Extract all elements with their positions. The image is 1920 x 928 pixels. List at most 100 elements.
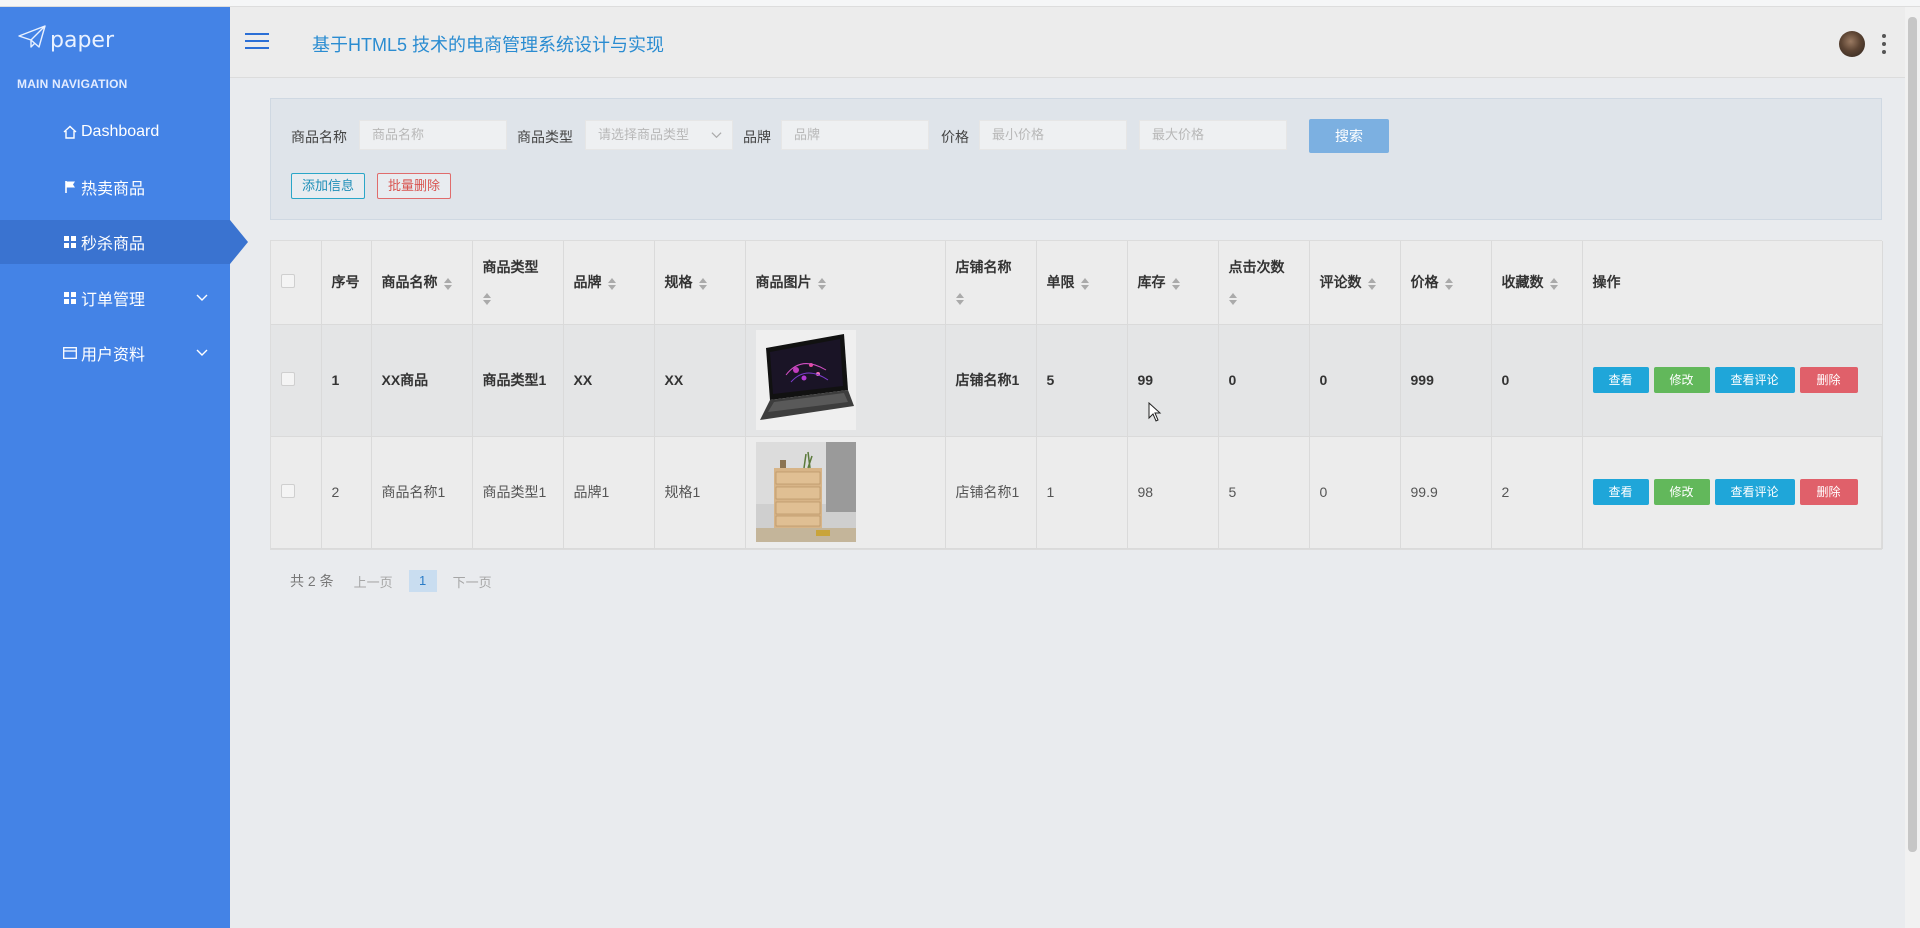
more-options-icon[interactable] [1881, 34, 1887, 54]
favorites-cell: 2 [1491, 436, 1583, 549]
product-type-cell: 商品类型1 [472, 436, 564, 549]
brand-logo[interactable]: paper [18, 25, 114, 55]
sidebar-item-flash-sale[interactable]: 秒杀商品 [0, 220, 248, 264]
row-number: 1 [321, 324, 372, 437]
paper-plane-icon [18, 25, 46, 55]
sort-icon[interactable] [1549, 277, 1558, 290]
limit-cell: 5 [1036, 324, 1128, 437]
edit-button[interactable]: 修改 [1653, 367, 1710, 393]
brand-input[interactable]: 品牌 [781, 120, 929, 150]
sort-icon[interactable] [482, 292, 491, 305]
column-header-sortable[interactable]: 收藏数 [1491, 241, 1583, 325]
column-header-sortable[interactable]: 单限 [1036, 241, 1128, 325]
add-info-button[interactable]: 添加信息 [291, 173, 366, 199]
stock-cell: 98 [1127, 436, 1219, 549]
delete-button[interactable]: 删除 [1799, 479, 1858, 505]
pagination: 共 2 条 上一页 1 下一页 [290, 570, 492, 592]
row-checkbox[interactable] [281, 483, 295, 498]
product-type-select[interactable]: 请选择商品类型 [585, 120, 733, 150]
product-name-input[interactable]: 商品名称 [359, 120, 507, 150]
sidebar-item-hot-products[interactable]: 热卖商品 [0, 165, 230, 209]
product-image-cabinet[interactable] [755, 442, 856, 542]
sidebar-item-orders[interactable]: 订单管理 [0, 276, 230, 320]
user-avatar[interactable] [1839, 31, 1865, 57]
product-table: 序号 商品名称 商品类型 品牌 规格 商品图片 店铺名称 单限 库存 点击次数 … [270, 240, 1883, 550]
column-header-sortable[interactable]: 价格 [1400, 241, 1492, 325]
product-name-label: 商品名称 [291, 129, 347, 145]
sort-icon[interactable] [955, 292, 964, 305]
view-comments-button[interactable]: 查看评论 [1714, 479, 1795, 505]
brand-label: 品牌 [743, 129, 771, 145]
product-image-laptop[interactable] [755, 330, 856, 430]
current-page[interactable]: 1 [408, 570, 437, 592]
select-all-checkbox[interactable] [281, 273, 295, 288]
max-price-input[interactable]: 最大价格 [1139, 120, 1287, 150]
view-comments-button[interactable]: 查看评论 [1714, 367, 1795, 393]
edit-button[interactable]: 修改 [1653, 479, 1710, 505]
column-header-sortable[interactable]: 商品图片 [745, 241, 946, 325]
sort-icon[interactable] [1228, 292, 1237, 305]
column-header-sortable[interactable]: 规格 [654, 241, 746, 325]
min-price-input[interactable]: 最小价格 [979, 120, 1127, 150]
product-type-label: 商品类型 [517, 129, 573, 145]
delete-button[interactable]: 删除 [1799, 367, 1858, 393]
stock-cell: 99 [1127, 324, 1219, 437]
comments-cell: 0 [1309, 436, 1401, 549]
product-image-cell [745, 324, 946, 437]
batch-delete-button[interactable]: 批量删除 [377, 173, 452, 199]
sort-icon[interactable] [443, 277, 452, 290]
column-header-sortable[interactable]: 品牌 [563, 241, 655, 325]
chevron-down-icon [196, 290, 208, 308]
limit-cell: 1 [1036, 436, 1128, 549]
row-number: 2 [321, 436, 372, 549]
clicks-cell: 5 [1218, 436, 1310, 549]
product-name-cell: XX商品 [371, 324, 473, 437]
select-all-cell [271, 241, 322, 325]
product-name-cell: 商品名称1 [371, 436, 473, 549]
chevron-down-icon [711, 122, 722, 150]
scrollbar-thumb[interactable] [1908, 17, 1917, 852]
row-checkbox[interactable] [281, 371, 295, 386]
shop-name-cell: 店铺名称1 [945, 324, 1037, 437]
sort-icon[interactable] [1080, 277, 1089, 290]
card-icon [63, 346, 77, 360]
spec-cell: XX [654, 324, 746, 437]
view-button[interactable]: 查看 [1592, 367, 1649, 393]
next-page-link[interactable]: 下一页 [453, 572, 492, 591]
sort-icon[interactable] [1444, 277, 1453, 290]
sort-icon[interactable] [607, 277, 616, 290]
nav-section-title: MAIN NAVIGATION [17, 77, 128, 91]
sidebar-item-label: 热卖商品 [81, 181, 146, 198]
sidebar-item-dashboard[interactable]: Dashboard [0, 110, 230, 154]
sort-icon[interactable] [698, 277, 707, 290]
view-button[interactable]: 查看 [1592, 479, 1649, 505]
column-header-sortable[interactable]: 评论数 [1309, 241, 1401, 325]
table-row[interactable]: 1 XX商品 商品类型1 XX XX 店铺名称1 5 99 0 0 999 0 … [271, 324, 1883, 437]
sidebar-item-user-profile[interactable]: 用户资料 [0, 331, 230, 375]
clicks-cell: 0 [1218, 324, 1310, 437]
column-header-sortable[interactable]: 点击次数 [1218, 241, 1310, 325]
column-header: 操作 [1582, 241, 1883, 325]
prev-page-link[interactable]: 上一页 [354, 572, 393, 591]
sort-icon[interactable] [1367, 277, 1376, 290]
column-header-sortable[interactable]: 库存 [1127, 241, 1219, 325]
home-icon [63, 125, 77, 139]
sidebar-item-label: Dashboard [81, 123, 160, 140]
column-header-sortable[interactable]: 商品名称 [371, 241, 473, 325]
brand-cell: XX [563, 324, 655, 437]
menu-toggle-icon[interactable] [245, 33, 269, 51]
sort-icon[interactable] [1171, 277, 1180, 290]
search-panel: 商品名称 商品名称 商品类型 请选择商品类型 品牌 品牌 价格 最小价格 最大价… [270, 98, 1882, 220]
column-header-sortable[interactable]: 店铺名称 [945, 241, 1037, 325]
sidebar-item-label: 秒杀商品 [81, 236, 146, 253]
chevron-down-icon [196, 345, 208, 363]
flag-icon [63, 180, 77, 194]
mouse-cursor-icon [1148, 401, 1162, 425]
sort-icon[interactable] [817, 277, 826, 290]
table-row[interactable]: 2 商品名称1 商品类型1 品牌1 规格1 店铺名称1 1 98 5 0 99.… [271, 436, 1883, 549]
brand-name: paper [50, 27, 114, 53]
column-header-sortable[interactable]: 商品类型 [472, 241, 564, 325]
search-button[interactable]: 搜索 [1309, 119, 1389, 153]
vertical-scrollbar[interactable] [1905, 7, 1920, 928]
sidebar-item-label: 订单管理 [81, 292, 146, 309]
